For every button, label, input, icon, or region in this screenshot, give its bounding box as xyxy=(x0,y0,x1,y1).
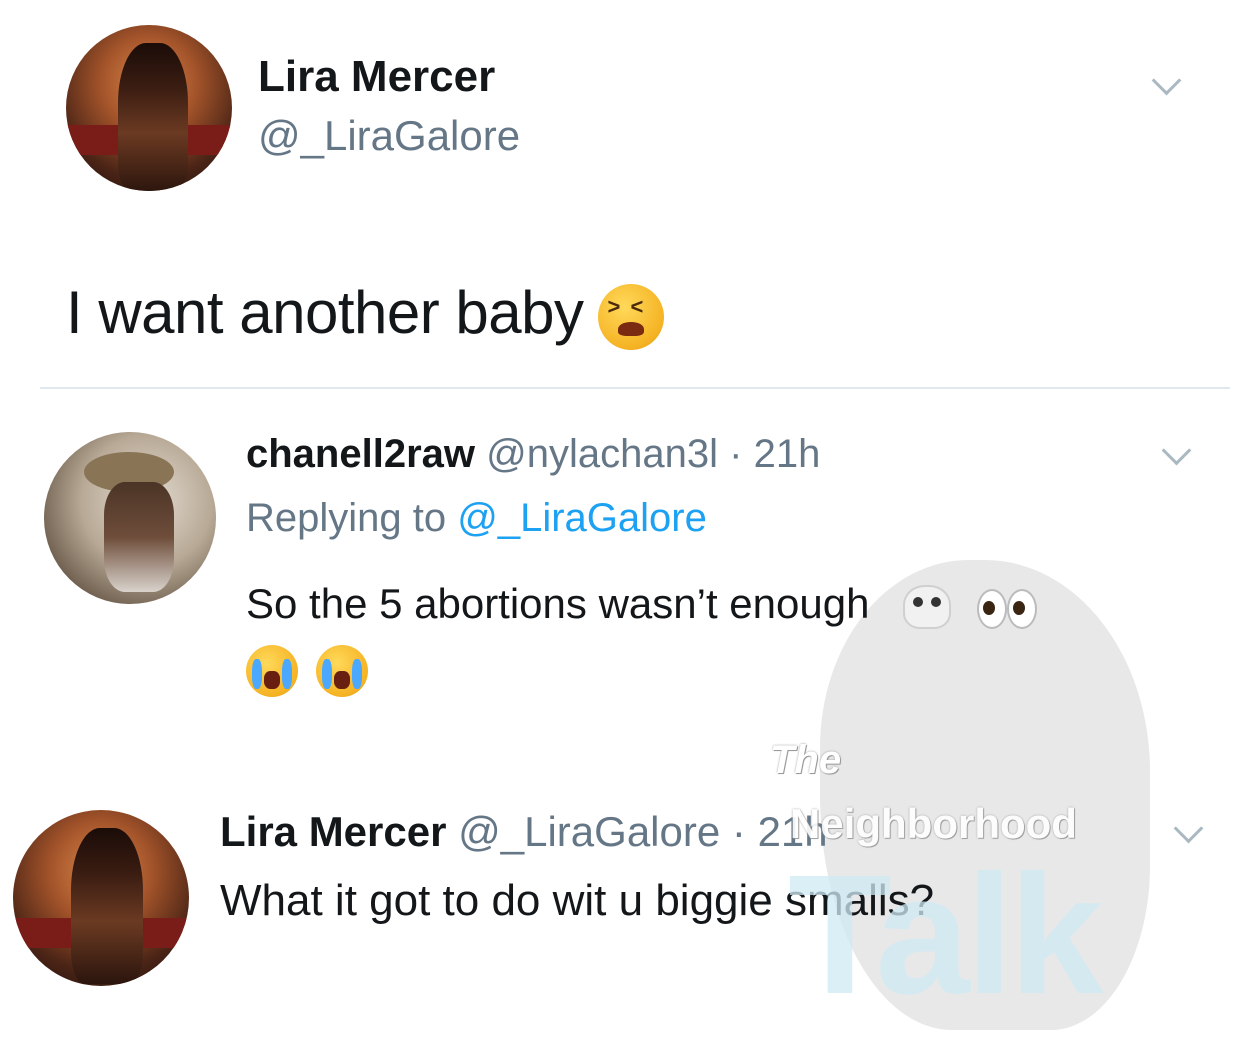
loudly-crying-face-icon xyxy=(316,645,369,697)
watermark-text: The xyxy=(770,738,842,782)
reply-text-content: So the 5 abortions wasn’t enough xyxy=(246,580,870,627)
replying-prefix: Replying to xyxy=(246,496,447,540)
reply-author-name[interactable]: chanell2raw xyxy=(246,432,475,476)
reply-text: So the 5 abortions wasn’t enough xyxy=(246,580,1051,629)
chevron-down-icon[interactable] xyxy=(1151,65,1182,96)
emoji-row xyxy=(246,645,382,697)
tweet-text-content: I want another baby xyxy=(66,279,584,346)
separator: · xyxy=(731,808,746,855)
replying-to-link[interactable]: @_LiraGalore xyxy=(457,496,707,540)
reply-author-handle[interactable]: @nylachan3l xyxy=(486,432,718,476)
chevron-down-icon[interactable] xyxy=(1173,813,1204,844)
tired-face-icon xyxy=(597,284,664,351)
author-handle[interactable]: @_LiraGalore xyxy=(258,112,520,160)
skull-icon xyxy=(903,584,952,629)
avatar[interactable] xyxy=(13,810,189,986)
avatar[interactable] xyxy=(66,25,232,191)
reply-header: chanell2raw @nylachan3l · 21h xyxy=(246,432,820,477)
replying-to: Replying to @_LiraGalore xyxy=(246,496,707,541)
reply-author-name[interactable]: Lira Mercer xyxy=(220,808,446,855)
chevron-down-icon[interactable] xyxy=(1161,435,1192,466)
loudly-crying-face-icon xyxy=(246,645,298,697)
reply-author-handle[interactable]: @_LiraGalore xyxy=(458,808,720,855)
tweet-text: I want another baby xyxy=(66,278,664,351)
separator: · xyxy=(729,432,743,476)
reply-header: Lira Mercer @_LiraGalore · 21h xyxy=(220,808,828,856)
eyes-icon xyxy=(976,587,1037,629)
watermark-text: Talk xyxy=(788,840,1104,1030)
timestamp[interactable]: 21h xyxy=(754,432,821,476)
avatar[interactable] xyxy=(44,432,216,604)
divider xyxy=(40,387,1230,389)
author-name[interactable]: Lira Mercer xyxy=(258,52,495,102)
